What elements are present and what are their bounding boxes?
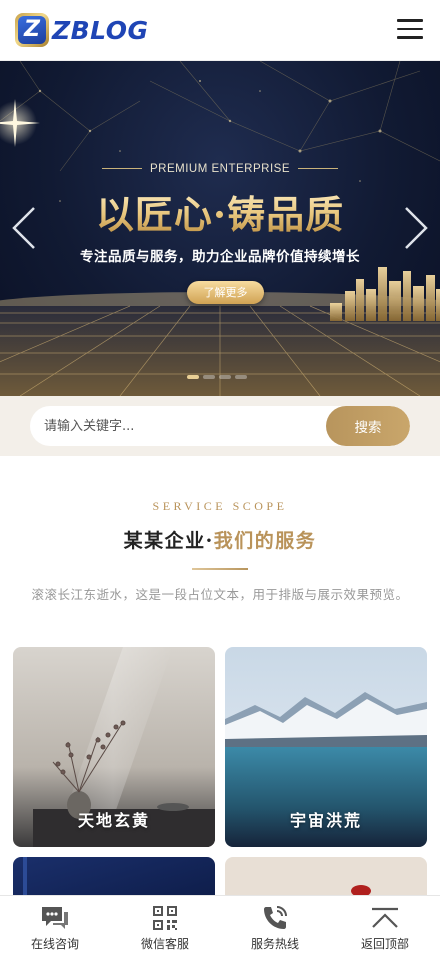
phone-icon (260, 904, 290, 932)
banner-description: 专注品质与服务，助力企业品牌价值持续增长 (80, 249, 360, 265)
logo-text: ZBLOG (52, 15, 149, 45)
banner-prev-arrow-icon[interactable] (10, 206, 40, 250)
services-eyebrow: SERVICE SCOPE (152, 499, 288, 513)
services-title-prefix: 某某企业· (123, 530, 214, 552)
banner-dot-4[interactable] (235, 375, 247, 379)
services-description: 滚滚长江东逝水，这是一段占位文本，用于排版与展示效果预览。 (31, 587, 409, 602)
search-box: 搜索 (30, 406, 410, 446)
nav-label: 返回顶部 (360, 937, 409, 951)
nav-online-consult[interactable]: 在线咨询 (0, 896, 110, 956)
nav-label: 服务热线 (250, 937, 299, 951)
site-header: Z ZBLOG (0, 0, 440, 61)
services-title: 某某企业·我们的服务 (0, 526, 440, 553)
nav-label: 在线咨询 (30, 937, 79, 951)
service-card-label: 宇宙洪荒 (289, 811, 362, 830)
services-title-accent: 我们的服务 (213, 530, 317, 552)
banner-next-arrow-icon[interactable] (400, 206, 430, 250)
banner-subtitle: PREMIUM ENTERPRISE (0, 163, 440, 175)
banner-pagination (187, 375, 247, 379)
search-section: 搜索 (0, 396, 440, 456)
nav-label: 微信客服 (140, 937, 189, 951)
back-to-top-icon (370, 904, 400, 932)
site-logo[interactable]: Z ZBLOG (15, 13, 149, 47)
nav-service-hotline[interactable]: 服务热线 (220, 896, 330, 956)
nav-wechat-service[interactable]: 微信客服 (110, 896, 220, 956)
search-button[interactable]: 搜索 (326, 406, 410, 446)
bottom-nav: 在线咨询 微信客服 服务热线 返回顶部 (0, 895, 440, 956)
hamburger-menu-icon[interactable] (397, 19, 423, 39)
nav-back-to-top[interactable]: 返回顶部 (330, 896, 440, 956)
service-card[interactable]: 天地玄黄 (13, 647, 215, 847)
qrcode-icon (150, 904, 180, 932)
chat-icon (40, 904, 70, 932)
service-card-label: 天地玄黄 (77, 811, 150, 830)
services-divider (192, 568, 248, 570)
banner-dot-2[interactable] (203, 375, 215, 379)
learn-more-button[interactable]: 了解更多 (187, 281, 264, 304)
hero-banner: PREMIUM ENTERPRISE 以匠心·铸品质 专注品质与服务，助力企业品… (0, 61, 440, 396)
logo-badge-icon: Z (15, 13, 49, 47)
banner-title: 以匠心·铸品质 (0, 184, 440, 239)
banner-dot-1[interactable] (187, 375, 199, 379)
service-card[interactable]: 宇宙洪荒 (225, 647, 427, 847)
logo-letter: Z (18, 16, 46, 44)
banner-dot-3[interactable] (219, 375, 231, 379)
search-input[interactable] (30, 406, 326, 446)
